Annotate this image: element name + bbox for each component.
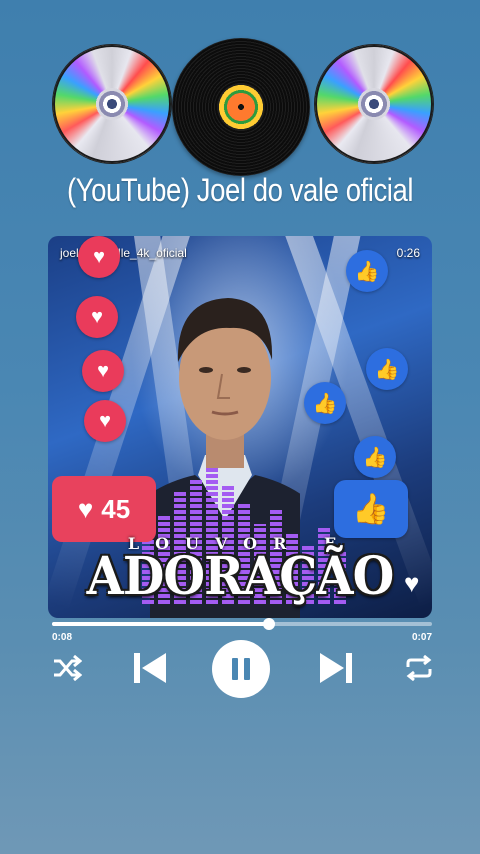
like-count: 45	[101, 493, 131, 524]
pause-button[interactable]	[212, 640, 270, 698]
pause-icon	[232, 658, 250, 680]
like-counter: ♥ 45	[52, 476, 156, 542]
heart-icon: ♥	[76, 296, 118, 338]
left-cd-icon	[52, 44, 172, 164]
thumbs-up-icon: 👍	[334, 480, 408, 538]
previous-button[interactable]	[130, 648, 170, 688]
cover-timer: 0:26	[396, 246, 420, 260]
album-cover: joel_do_valle_4k_oficial 0:26 ♥ ♥ ♥ ♥ 👍 …	[48, 236, 432, 618]
next-icon	[320, 653, 352, 683]
right-cd-icon	[314, 44, 434, 164]
heart-icon: ♥	[78, 236, 120, 278]
shuffle-button[interactable]	[50, 648, 84, 688]
progress-fill	[52, 622, 269, 626]
heart-icon: ♥	[77, 493, 94, 524]
thumbs-up-icon: 👍	[346, 250, 388, 292]
cover-title-word: ADORAÇÃO	[86, 546, 395, 607]
heart-icon: ♥	[84, 400, 126, 442]
thumbs-up-icon: 👍	[354, 436, 396, 478]
vinyl-record-icon	[172, 38, 310, 176]
heart-icon: ♥	[82, 350, 124, 392]
thumbs-up-icon: 👍	[366, 348, 408, 390]
thumbs-up-icon: 👍	[304, 382, 346, 424]
elapsed-time: 0:08	[52, 632, 73, 643]
repeat-icon	[406, 655, 432, 681]
next-button[interactable]	[316, 648, 356, 688]
shuffle-icon	[54, 655, 82, 681]
remaining-time: 0:07	[411, 632, 432, 643]
progress-slider[interactable]	[52, 618, 432, 630]
channel-title: (YouTube) Joel do vale oficial	[66, 172, 414, 208]
favorite-heart-icon[interactable]: ♥	[404, 568, 419, 599]
progress-knob[interactable]	[262, 618, 275, 630]
repeat-button[interactable]	[402, 648, 436, 688]
previous-icon	[134, 653, 166, 683]
